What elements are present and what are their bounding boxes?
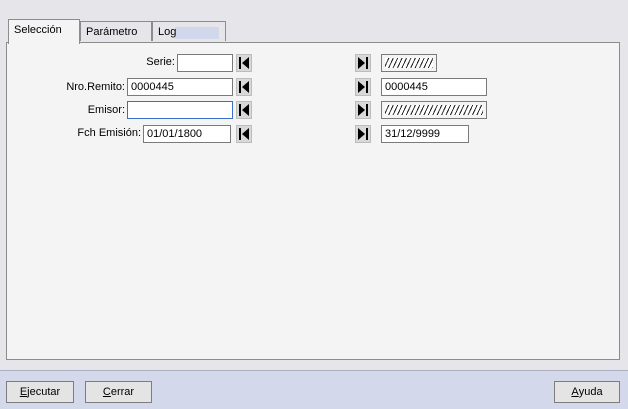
serie-label: Serie: xyxy=(146,56,175,68)
skip-last-icon xyxy=(358,81,368,93)
skip-last-icon xyxy=(358,128,368,140)
emisor-to-input[interactable] xyxy=(381,101,487,119)
tab-seleccion[interactable]: Selección xyxy=(8,19,80,44)
fch-emision-label: Fch Emisión: xyxy=(77,127,141,139)
bottom-toolbar: Ejecutar Cerrar Ayuda xyxy=(0,370,628,409)
skip-first-icon xyxy=(239,81,249,93)
fch-emision-last-button[interactable] xyxy=(355,125,371,143)
fch-emision-from-input[interactable] xyxy=(143,125,231,143)
serie-last-button[interactable] xyxy=(355,54,371,72)
skip-last-icon xyxy=(358,57,368,69)
tab-log-highlight xyxy=(175,27,219,39)
emisor-label: Emisor: xyxy=(87,104,125,116)
nro-remito-label: Nro.Remito: xyxy=(66,81,125,93)
fch-emision-first-button[interactable] xyxy=(236,125,252,143)
skip-first-icon xyxy=(239,57,249,69)
ayuda-button[interactable]: Ayuda xyxy=(554,381,620,403)
skip-first-icon xyxy=(239,128,249,140)
emisor-from-input[interactable] xyxy=(127,101,233,119)
tab-log[interactable]: Log xyxy=(152,21,226,41)
tab-parametro[interactable]: Parámetro xyxy=(80,21,152,41)
seleccion-panel: Serie: Nro.Remito: Emisor: Fch Emisión: xyxy=(6,42,620,360)
emisor-last-button[interactable] xyxy=(355,101,371,119)
skip-first-icon xyxy=(239,104,249,116)
nro-remito-first-button[interactable] xyxy=(236,78,252,96)
serie-to-input[interactable] xyxy=(381,54,437,72)
nro-remito-last-button[interactable] xyxy=(355,78,371,96)
nro-remito-from-input[interactable] xyxy=(127,78,233,96)
serie-from-input[interactable] xyxy=(177,54,233,72)
cerrar-button[interactable]: Cerrar xyxy=(85,381,152,403)
skip-last-icon xyxy=(358,104,368,116)
fch-emision-to-input[interactable] xyxy=(381,125,469,143)
nro-remito-to-input[interactable] xyxy=(381,78,487,96)
ejecutar-button[interactable]: Ejecutar xyxy=(6,381,74,403)
serie-first-button[interactable] xyxy=(236,54,252,72)
emisor-first-button[interactable] xyxy=(236,101,252,119)
